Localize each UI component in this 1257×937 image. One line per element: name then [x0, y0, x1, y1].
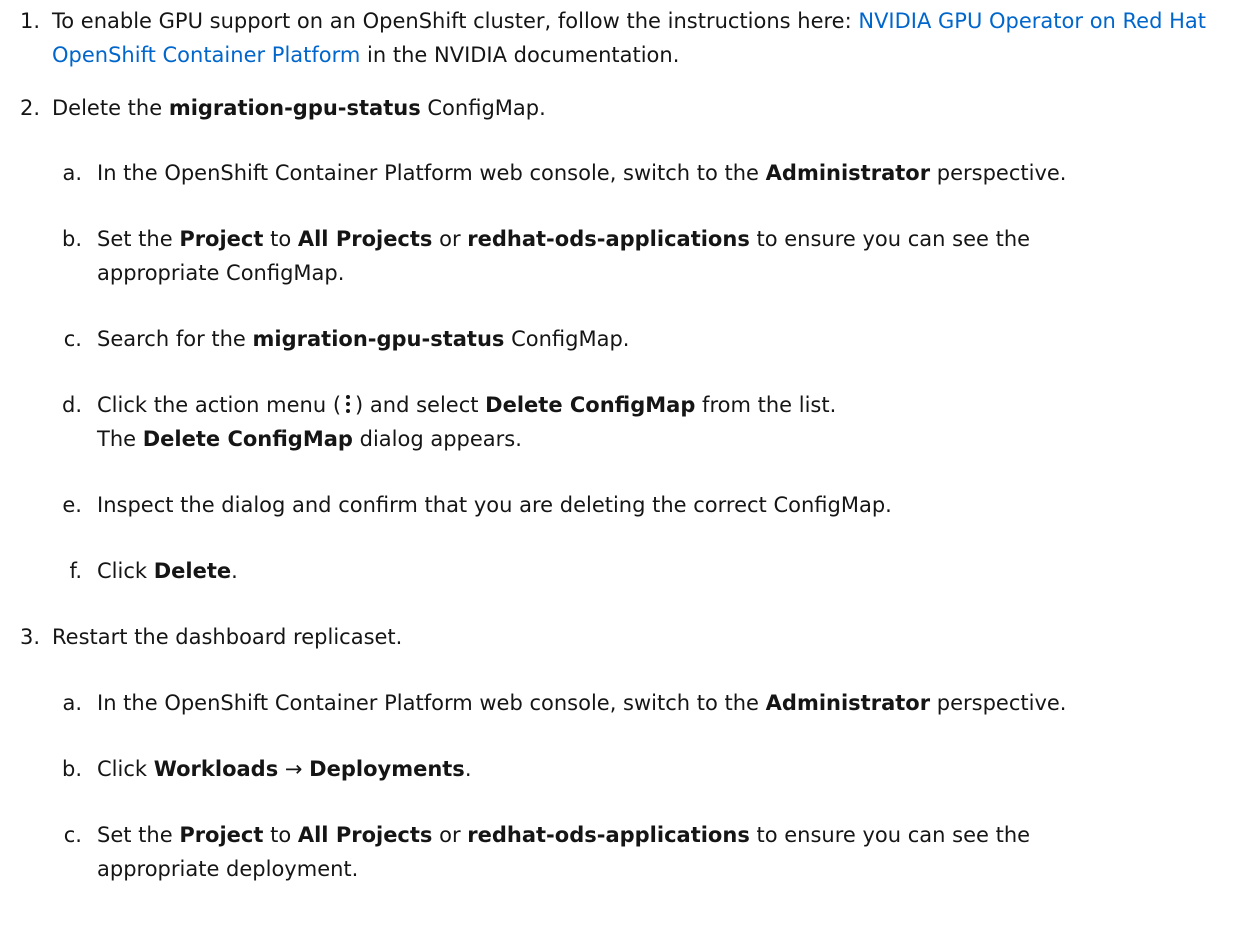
text-fragment: perspective.: [930, 691, 1067, 715]
substep-2f: f. Click Delete.: [0, 554, 1257, 590]
namespace-name: redhat-ods-applications: [467, 227, 750, 251]
substep-letter: d.: [61, 393, 82, 417]
configmap-name: migration-gpu-status: [168, 96, 421, 120]
substep-letter: a.: [62, 691, 82, 715]
step-number: 1.: [19, 9, 40, 33]
namespace-name: redhat-ods-applications: [467, 823, 750, 847]
substep-2a: a. In the OpenShift Container Platform w…: [0, 156, 1257, 192]
substep-2d: d. Click the action menu ( ) and select D…: [0, 388, 1257, 458]
project-label: Project: [179, 823, 264, 847]
perspective-name: Administrator: [765, 691, 931, 715]
substep-line: The Delete ConfigMap dialog appears.: [97, 422, 1237, 456]
substep-text: Click Workloads → Deployments.: [97, 752, 1237, 786]
substep-line: Click the action menu ( ) and select Dele…: [97, 388, 1237, 422]
text-fragment: →: [278, 757, 310, 781]
substep-text: Search for the migration-gpu-status Conf…: [97, 322, 1237, 356]
substep-3c: c. Set the Project to All Projects or re…: [0, 818, 1257, 888]
step-1-text-after: in the NVIDIA documentation.: [360, 43, 680, 67]
step-number: 2.: [19, 96, 40, 120]
text-fragment: Inspect the dialog and confirm that you …: [97, 493, 892, 517]
substep-letter: b.: [61, 227, 82, 251]
substep-text: Click the action menu ( ) and select Dele…: [97, 388, 1237, 456]
text-fragment: Restart the dashboard replicaset.: [52, 625, 403, 649]
kebab-icon: [341, 393, 355, 415]
text-fragment: .: [464, 757, 472, 781]
step-text: Restart the dashboard replicaset.: [52, 620, 1232, 654]
substep-letter: b.: [61, 757, 82, 781]
text-fragment: to: [263, 823, 298, 847]
text-fragment: perspective.: [930, 161, 1067, 185]
substep-text: In the OpenShift Container Platform web …: [97, 156, 1257, 190]
substep-2e: e. Inspect the dialog and confirm that y…: [0, 488, 1257, 524]
substep-text: Inspect the dialog and confirm that you …: [97, 488, 1237, 522]
text-fragment: ) and select: [355, 393, 486, 417]
substep-2b: b. Set the Project to All Projects or re…: [0, 222, 1257, 292]
substep-letter: f.: [69, 559, 82, 583]
substep-3b: b. Click Workloads → Deployments.: [0, 752, 1257, 788]
text-fragment: Search for the: [97, 327, 253, 351]
document-page: 1. To enable GPU support on an OpenShift…: [0, 0, 1257, 937]
project-label: Project: [179, 227, 264, 251]
step-text: Delete the migration-gpu-status ConfigMa…: [52, 91, 1232, 125]
step-number: 3.: [19, 625, 40, 649]
substep-letter: e.: [62, 493, 82, 517]
text-fragment: Click: [97, 559, 154, 583]
step-2: 2. Delete the migration-gpu-status Confi…: [0, 91, 1257, 127]
substep-text: Click Delete.: [97, 554, 1237, 588]
step-1: 1. To enable GPU support on an OpenShift…: [0, 4, 1257, 74]
text-fragment: or: [432, 227, 468, 251]
text-fragment: In the OpenShift Container Platform web …: [97, 691, 766, 715]
substep-text: Set the Project to All Projects or redha…: [97, 818, 1107, 886]
all-projects-label: All Projects: [297, 227, 433, 251]
text-fragment: from the list.: [695, 393, 837, 417]
dialog-name: Delete ConfigMap: [142, 427, 353, 451]
step-text: To enable GPU support on an OpenShift cl…: [52, 4, 1212, 72]
step-3: 3. Restart the dashboard replicaset.: [0, 620, 1257, 656]
delete-button-label: Delete: [153, 559, 232, 583]
text-fragment: Delete the: [52, 96, 169, 120]
text-fragment: to: [263, 227, 298, 251]
text-fragment: ConfigMap.: [420, 96, 546, 120]
perspective-name: Administrator: [765, 161, 931, 185]
text-fragment: ConfigMap.: [504, 327, 630, 351]
substep-2c: c. Search for the migration-gpu-status C…: [0, 322, 1257, 358]
substep-text: Set the Project to All Projects or redha…: [97, 222, 1107, 290]
substep-text: In the OpenShift Container Platform web …: [97, 686, 1257, 720]
substep-letter: a.: [62, 161, 82, 185]
text-fragment: Set the: [97, 823, 180, 847]
text-fragment: or: [432, 823, 468, 847]
configmap-name: migration-gpu-status: [252, 327, 505, 351]
text-fragment: In the OpenShift Container Platform web …: [97, 161, 766, 185]
text-fragment: The: [97, 427, 143, 451]
text-fragment: Set the: [97, 227, 180, 251]
step-1-text-before: To enable GPU support on an OpenShift cl…: [52, 9, 859, 33]
workloads-menu-label: Workloads: [153, 757, 279, 781]
text-fragment: Click the action menu (: [97, 393, 342, 417]
substep-letter: c.: [63, 327, 82, 351]
delete-configmap-label: Delete ConfigMap: [485, 393, 696, 417]
all-projects-label: All Projects: [297, 823, 433, 847]
text-fragment: .: [231, 559, 238, 583]
substep-3a: a. In the OpenShift Container Platform w…: [0, 686, 1257, 722]
text-fragment: dialog appears.: [352, 427, 522, 451]
substep-letter: c.: [63, 823, 82, 847]
deployments-menu-label: Deployments: [309, 757, 465, 781]
text-fragment: Click: [97, 757, 154, 781]
